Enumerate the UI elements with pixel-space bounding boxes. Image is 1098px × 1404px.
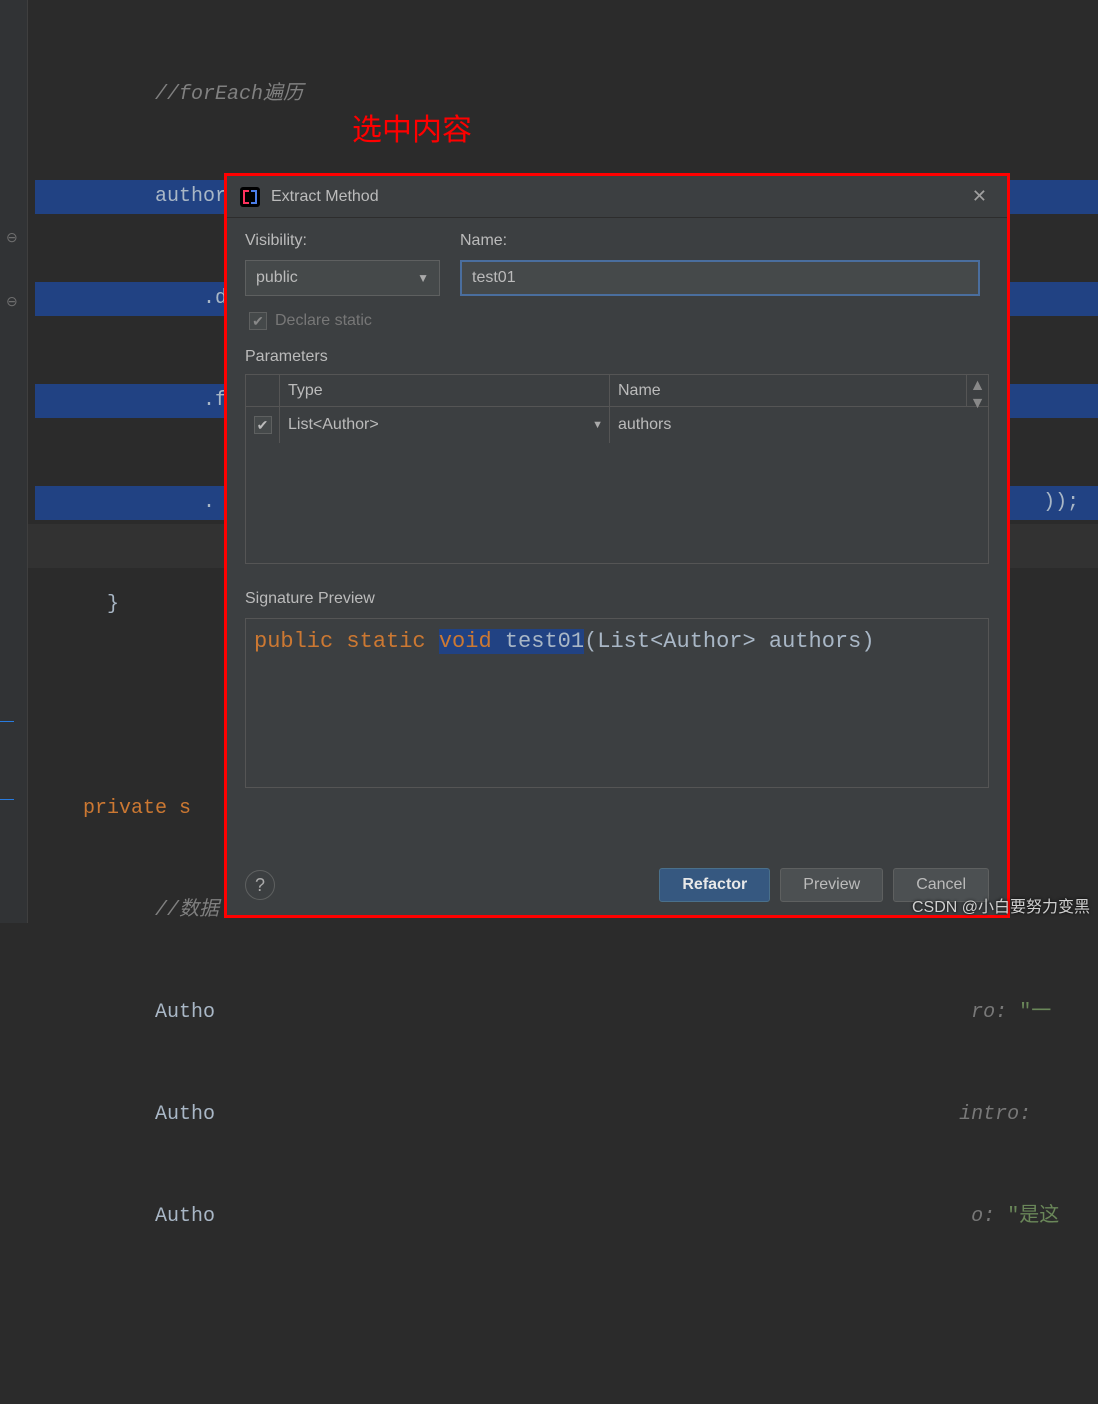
declare-static-row[interactable]: ✔ Declare static (249, 312, 989, 330)
preview-button[interactable]: Preview (780, 868, 883, 902)
table-row[interactable]: ✔ List<Author>▼ authors (246, 407, 988, 443)
inlay-hint: intro: (959, 1103, 1031, 1126)
inlay-hint: o: (971, 1205, 1007, 1228)
code-text: Autho (155, 1205, 215, 1228)
gutter: ⊖ ⊖ (0, 0, 28, 923)
dialog-title: Extract Method (271, 188, 964, 206)
param-scrollbar[interactable]: ▲▼ (966, 375, 988, 406)
name-label: Name: (460, 232, 980, 250)
fold-icon[interactable]: ⊖ (6, 230, 18, 247)
extract-method-dialog: Extract Method ✕ Visibility: public ▼ Na… (227, 176, 1007, 916)
parameters-label: Parameters (245, 348, 989, 366)
scroll-up-icon[interactable]: ▲ (970, 377, 986, 395)
chevron-down-icon: ▼ (417, 271, 429, 285)
inlay-hint: ro: (971, 1001, 1019, 1024)
chevron-down-icon: ▼ (592, 419, 603, 431)
param-name-cell[interactable]: authors (610, 416, 966, 434)
param-checkbox[interactable]: ✔ (254, 416, 272, 434)
method-name-input[interactable] (460, 260, 980, 296)
close-icon[interactable]: ✕ (964, 182, 995, 211)
code-text: Autho (155, 1001, 215, 1024)
dialog-button-bar: ? Refactor Preview Cancel (245, 868, 989, 902)
declare-static-label: Declare static (275, 312, 372, 330)
visibility-label: Visibility: (245, 232, 440, 250)
code-string: "是这 (1007, 1205, 1059, 1228)
parameters-table[interactable]: Type Name ▲▼ ✔ List<Author>▼ authors (245, 374, 989, 564)
link-stub[interactable] (0, 720, 14, 722)
link-stub[interactable] (0, 798, 14, 800)
param-header-type: Type (280, 375, 610, 406)
help-button[interactable]: ? (245, 870, 275, 900)
refactor-button[interactable]: Refactor (659, 868, 770, 902)
intellij-icon (239, 186, 261, 208)
param-type-cell[interactable]: List<Author>▼ (280, 407, 610, 443)
signature-preview-label: Signature Preview (245, 590, 989, 608)
code-comment: //数据 (155, 899, 219, 922)
annotation-selected: 选中内容 (352, 105, 472, 149)
signature-preview: public static void test01(List<Author> a… (245, 618, 989, 788)
dialog-titlebar[interactable]: Extract Method ✕ (227, 176, 1007, 218)
code-keyword: private (83, 797, 167, 820)
fold-icon[interactable]: ⊖ (6, 294, 18, 311)
code-string: "一 (1019, 1001, 1051, 1024)
visibility-combo[interactable]: public ▼ (245, 260, 440, 296)
watermark: CSDN @小白要努力变黑 (912, 893, 1090, 917)
param-header-name: Name (610, 382, 966, 400)
scroll-down-icon[interactable]: ▼ (970, 395, 986, 413)
code-text: )); (1043, 491, 1079, 514)
declare-static-checkbox[interactable]: ✔ (249, 312, 267, 330)
code-text: } (107, 593, 119, 616)
code-comment: //forEach遍历 (155, 83, 303, 106)
param-table-header: Type Name ▲▼ (246, 375, 988, 407)
visibility-value: public (256, 269, 298, 287)
code-text: Autho (155, 1103, 215, 1126)
code-text: s (167, 797, 191, 820)
